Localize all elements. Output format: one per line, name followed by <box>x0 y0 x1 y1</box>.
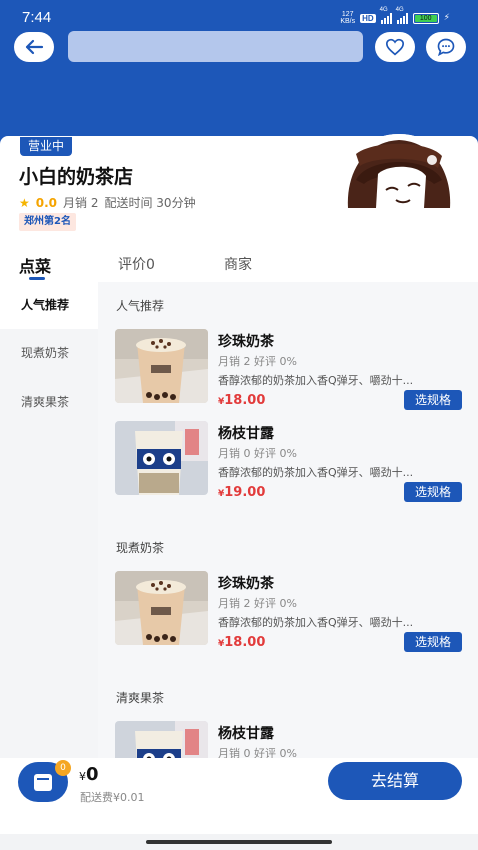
open-status-badge: 营业中 <box>20 137 73 156</box>
product-list: 人气推荐 珍珠奶茶 月销 2 好评 0% 香醇浓郁的奶茶加入香Q弹牙、嚼劲十... ¥1… <box>98 282 478 758</box>
status-icons: 127 KB/s HD 4G 4G 100 ⚡ <box>340 7 450 26</box>
cart-total: ¥0 <box>79 764 99 785</box>
monthly-sales: 月销 2 <box>63 196 99 210</box>
cart-currency: ¥ <box>79 770 86 783</box>
product-description: 香醇浓郁的奶茶加入香Q弹牙、嚼劲十... <box>218 374 414 387</box>
category-milk-tea[interactable]: 现煮奶茶 <box>0 330 98 377</box>
category-fruit-tea[interactable]: 清爽果茶 <box>0 379 98 426</box>
star-icon: ★ <box>19 195 30 210</box>
status-time: 7:44 <box>22 9 52 26</box>
product-image[interactable] <box>115 329 208 403</box>
heart-icon <box>385 38 405 56</box>
checkout-button[interactable]: 去结算 <box>328 762 462 800</box>
chat-bubble-icon <box>437 38 455 57</box>
signal-icon: 4G <box>396 7 408 24</box>
shop-rating: 0.0 <box>35 195 58 210</box>
cart-count-badge: 0 <box>55 760 71 776</box>
section-title: 人气推荐 <box>116 299 165 313</box>
battery-icon: 100 <box>412 12 439 24</box>
product-image[interactable] <box>115 421 208 495</box>
select-spec-button[interactable]: 选规格 <box>404 482 462 502</box>
product-stats: 月销 0 好评 0% <box>218 447 297 460</box>
shop-header: 7:44 127 KB/s HD 4G 4G 100 ⚡ <box>0 0 478 148</box>
product-name: 杨枝甘露 <box>218 426 274 442</box>
delivery-time: 配送时间 30分钟 <box>104 196 196 210</box>
product-description: 香醇浓郁的奶茶加入香Q弹牙、嚼劲十... <box>218 466 414 479</box>
product-stats: 月销 0 好评 0% <box>218 747 297 758</box>
shopping-bag-icon <box>34 774 52 791</box>
section-title: 清爽果茶 <box>116 691 165 705</box>
signal-label: 4G <box>395 6 404 13</box>
product-description: 香醇浓郁的奶茶加入香Q弹牙、嚼劲十... <box>218 616 414 629</box>
network-speed-value: 127 <box>341 11 354 18</box>
product-image[interactable] <box>115 721 208 758</box>
tab-order[interactable]: 点菜 <box>19 253 51 277</box>
section-title: 现煮奶茶 <box>116 541 165 555</box>
rank-badge: 郑州第2名 <box>19 213 76 231</box>
product-stats: 月销 2 好评 0% <box>218 355 297 368</box>
hd-badge: HD <box>360 13 376 23</box>
tab-reviews[interactable]: 评价0 <box>118 254 155 274</box>
search-bar[interactable] <box>68 31 363 62</box>
product-price: ¥18.00 <box>218 635 265 650</box>
price-value: 19.00 <box>224 485 266 500</box>
category-sidebar: 人气推荐 现煮奶茶 清爽果茶 <box>0 282 98 758</box>
tab-active-indicator <box>29 277 45 280</box>
product-card[interactable]: 珍珠奶茶月销 2 好评 0% 香醇浓郁的奶茶加入香Q弹牙、嚼劲十... ¥18.00… <box>115 329 465 410</box>
signal-label: 4G <box>379 6 388 13</box>
product-card[interactable]: 杨枝甘露月销 0 好评 0% 香醇浓郁的奶茶加入香Q弹牙、嚼劲十... ¥19.00… <box>115 421 465 502</box>
charging-icon: ⚡ <box>443 13 450 23</box>
delivery-fee: 配送费¥0.01 <box>80 791 145 804</box>
product-name: 杨枝甘露 <box>218 726 274 742</box>
tab-merchant[interactable]: 商家 <box>224 254 252 274</box>
signal-icon: 4G <box>380 7 392 24</box>
shop-meta: ★ 0.0 月销 2 配送时间 30分钟 <box>19 194 196 211</box>
product-name: 珍珠奶茶 <box>218 334 274 350</box>
shop-tabs: 点菜 评价0 商家 <box>0 246 478 282</box>
status-bar: 7:44 127 KB/s HD 4G 4G 100 ⚡ <box>0 0 478 32</box>
category-popular[interactable]: 人气推荐 <box>0 282 98 329</box>
network-speed-unit: KB/s <box>340 18 356 25</box>
product-card[interactable]: 杨枝甘露月销 0 好评 0%香醇浓郁的奶茶加入香Q弹牙、嚼劲十...¥19.00… <box>115 721 465 758</box>
bottom-safe-area <box>0 834 478 850</box>
product-stats: 月销 2 好评 0% <box>218 597 297 610</box>
cart-bar: 0 ¥0 配送费¥0.01 去结算 <box>0 758 478 834</box>
price-value: 18.00 <box>224 635 266 650</box>
price-value: 18.00 <box>224 393 266 408</box>
select-spec-button[interactable]: 选规格 <box>404 390 462 410</box>
back-button[interactable] <box>14 32 54 62</box>
product-name: 珍珠奶茶 <box>218 576 274 592</box>
product-image[interactable] <box>115 571 208 645</box>
favorite-button[interactable] <box>375 32 415 62</box>
shop-name: 小白的奶茶店 <box>19 166 134 188</box>
home-indicator[interactable] <box>146 840 332 844</box>
network-speed: 127 KB/s <box>340 11 355 25</box>
select-spec-button[interactable]: 选规格 <box>404 632 462 652</box>
product-card[interactable]: 珍珠奶茶月销 2 好评 0% 香醇浓郁的奶茶加入香Q弹牙、嚼劲十... ¥18.00… <box>115 571 465 652</box>
cart-total-value: 0 <box>86 764 99 785</box>
product-price: ¥19.00 <box>218 485 265 500</box>
message-button[interactable] <box>426 32 466 62</box>
product-price: ¥18.00 <box>218 393 265 408</box>
arrow-left-icon <box>25 39 44 55</box>
battery-level: 100 <box>414 14 437 22</box>
